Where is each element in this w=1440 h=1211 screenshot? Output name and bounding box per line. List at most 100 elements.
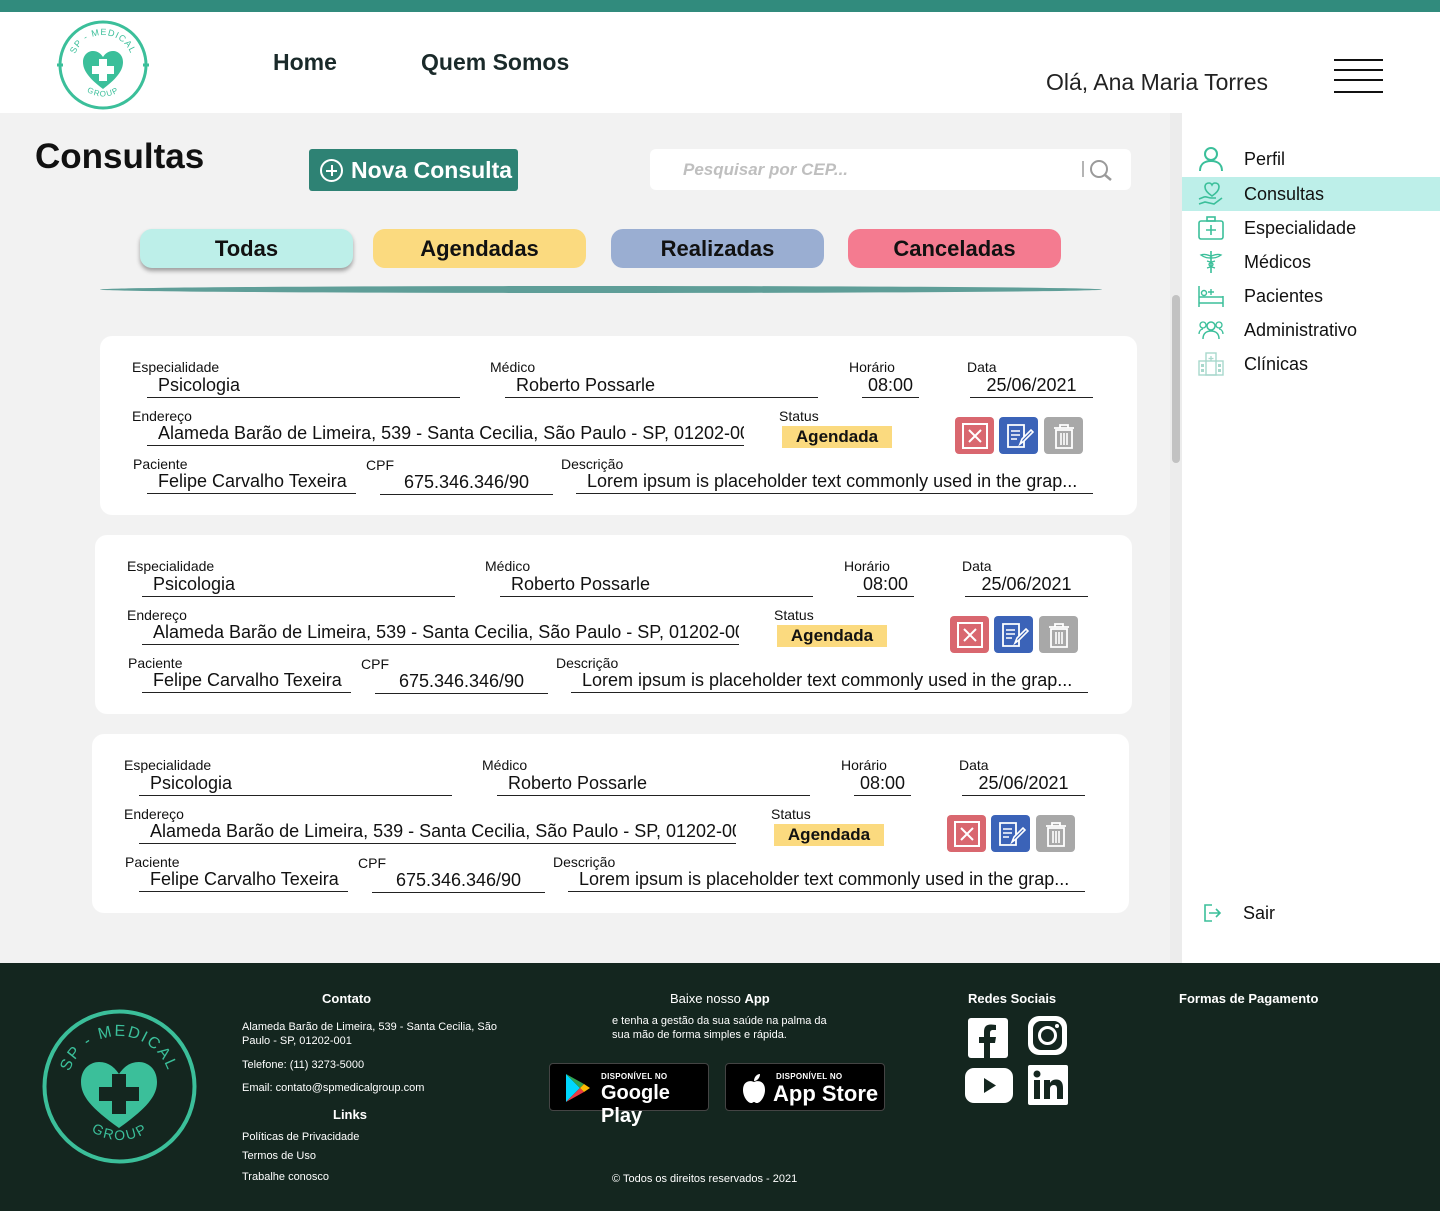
doctor-value: Roberto Possarle — [497, 773, 810, 796]
search-icon[interactable] — [1081, 158, 1117, 182]
close-icon — [961, 422, 988, 449]
doctor-label: Médico — [490, 359, 536, 375]
footer-social-title: Redes Sociais — [968, 991, 1057, 1006]
footer-copyright: © Todos os direitos reservados - 2021 — [612, 1173, 798, 1185]
date-label: Data — [962, 558, 992, 574]
sidebar-item-label: Consultas — [1244, 183, 1325, 204]
google-play-button[interactable]: DISPONÍVEL NO Google Play — [549, 1063, 709, 1127]
sidebar-item-consultas[interactable]: Consultas — [1182, 177, 1440, 211]
footer-address: Alameda Barão de Limeira, 539 - Santa Ce… — [242, 1021, 497, 1047]
date-value: 25/06/2021 — [962, 773, 1085, 796]
nav-home[interactable]: Home — [273, 49, 337, 76]
time-value: 08:00 — [862, 375, 919, 398]
google-play-label: Google Play — [601, 1082, 670, 1127]
cpf-value: 675.346.346/90 — [375, 671, 548, 694]
status-badge: Agendada — [782, 426, 892, 448]
sidebar-item-label: Especialidade — [1244, 217, 1357, 238]
cpf-value: 675.346.346/90 — [380, 472, 553, 495]
facebook-icon[interactable] — [968, 1018, 1008, 1058]
cpf-label: CPF — [361, 656, 389, 672]
patient-value: Felipe Carvalho Texeira — [139, 869, 348, 892]
consultation-card: Especialidade Psicologia Médico Roberto Pos… — [100, 336, 1137, 515]
footer-link-privacy[interactable]: Políticas de Privacidade — [242, 1130, 359, 1144]
filter-divider — [100, 286, 1102, 293]
edit-button[interactable] — [999, 417, 1038, 454]
footer-email: Email: contato@spmedicalgroup.com — [242, 1082, 425, 1094]
time-value: 08:00 — [854, 773, 911, 796]
instagram-icon[interactable] — [1026, 1014, 1069, 1057]
footer-links-title: Links — [333, 1107, 367, 1122]
sidebar-item-especialidade[interactable]: Especialidade — [1182, 211, 1440, 245]
sidebar-item-clinicas[interactable]: Clínicas — [1182, 347, 1440, 381]
footer-app-text: e tenha a gestão da sua saúde na palma d… — [612, 1015, 827, 1041]
trash-icon — [1053, 423, 1074, 449]
footer: SP - MEDICAL GROUP Contato Alameda Barão… — [0, 963, 1440, 1211]
edit-icon — [1001, 622, 1029, 647]
svg-text:SP - MEDICAL: SP - MEDICAL — [57, 1023, 180, 1074]
cancel-button[interactable] — [955, 417, 994, 454]
cpf-label: CPF — [366, 457, 394, 473]
nav-quem-somos[interactable]: Quem Somos — [421, 49, 569, 76]
logo-icon[interactable]: SP - MEDICAL GROUP — [57, 19, 149, 111]
youtube-icon[interactable] — [965, 1068, 1013, 1103]
top-accent-stripe — [0, 0, 1440, 12]
specialty-label: Especialidade — [132, 359, 220, 375]
sidebar-item-pacientes[interactable]: Pacientes — [1182, 279, 1440, 313]
sidebar-item-perfil[interactable]: Perfil — [1182, 142, 1440, 176]
cancel-button[interactable] — [950, 616, 989, 653]
filter-realizadas[interactable]: Realizadas — [611, 229, 824, 268]
logout-label: Sair — [1243, 902, 1276, 923]
footer-phone: Telefone: (11) 3273-5000 — [242, 1059, 365, 1071]
patient-value: Felipe Carvalho Texeira — [147, 471, 356, 494]
specialty-value: Psicologia — [142, 574, 455, 597]
specialty-label: Especialidade — [127, 558, 215, 574]
edit-button[interactable] — [991, 815, 1030, 852]
consultation-card: Especialidade Psicologia Médico Roberto Pos… — [92, 734, 1129, 913]
time-value: 08:00 — [857, 574, 914, 597]
user-greeting: Olá, Ana Maria Torres — [1046, 69, 1269, 95]
app-store-label: App Store — [773, 1081, 879, 1106]
edit-button[interactable] — [994, 616, 1033, 653]
sidebar-item-administrativo[interactable]: Administrativo — [1182, 313, 1440, 347]
address-value: Alameda Barão de Limeira, 539 - Santa Ce… — [139, 821, 736, 844]
search-input[interactable] — [650, 159, 1070, 180]
sidebar-logout[interactable]: Sair — [1182, 896, 1440, 930]
cancel-button[interactable] — [947, 815, 986, 852]
patient-label: Paciente — [133, 456, 188, 472]
sidebar-item-label: Pacientes — [1244, 285, 1324, 306]
sidebar-item-medicos[interactable]: Médicos — [1182, 245, 1440, 279]
description-label: Descrição — [556, 655, 619, 671]
cpf-label: CPF — [358, 855, 386, 871]
trash-icon — [1048, 622, 1069, 648]
footer-link-terms[interactable]: Termos de Uso — [242, 1149, 316, 1163]
delete-button[interactable] — [1044, 417, 1083, 454]
time-label: Horário — [841, 757, 887, 773]
scrollbar-track[interactable] — [1170, 113, 1182, 963]
address-label: Endereço — [124, 806, 184, 822]
filter-todas[interactable]: Todas — [140, 229, 353, 268]
footer-logo-icon: SP - MEDICAL GROUP — [42, 1009, 197, 1164]
filter-canceladas[interactable]: Canceladas — [848, 229, 1061, 268]
delete-button[interactable] — [1036, 815, 1075, 852]
google-play-small-label: DISPONÍVEL NO — [601, 1072, 668, 1081]
consultation-card: Especialidade Psicologia Médico Roberto Pos… — [95, 535, 1132, 714]
footer-link-careers[interactable]: Trabalhe conosco — [242, 1170, 329, 1184]
doctor-value: Roberto Possarle — [505, 375, 818, 398]
status-label: Status — [774, 607, 814, 623]
scrollbar-thumb[interactable] — [1172, 295, 1180, 463]
google-play-icon — [566, 1074, 590, 1102]
logout-icon — [1204, 904, 1222, 922]
app-store-button[interactable]: DISPONÍVEL NO App Store — [725, 1063, 885, 1111]
sidebar-item-label: Perfil — [1244, 148, 1286, 169]
new-consultation-button[interactable]: Nova Consulta — [309, 149, 518, 191]
delete-button[interactable] — [1039, 616, 1078, 653]
address-label: Endereço — [132, 408, 192, 424]
page-title: Consultas — [35, 137, 205, 176]
filter-agendadas[interactable]: Agendadas — [373, 229, 586, 268]
specialty-label: Especialidade — [124, 757, 212, 773]
linkedin-icon[interactable] — [1028, 1065, 1068, 1105]
menu-icon[interactable] — [1334, 59, 1383, 95]
address-value: Alameda Barão de Limeira, 539 - Santa Ce… — [142, 622, 739, 645]
trash-icon — [1045, 821, 1066, 847]
doctor-label: Médico — [485, 558, 531, 574]
